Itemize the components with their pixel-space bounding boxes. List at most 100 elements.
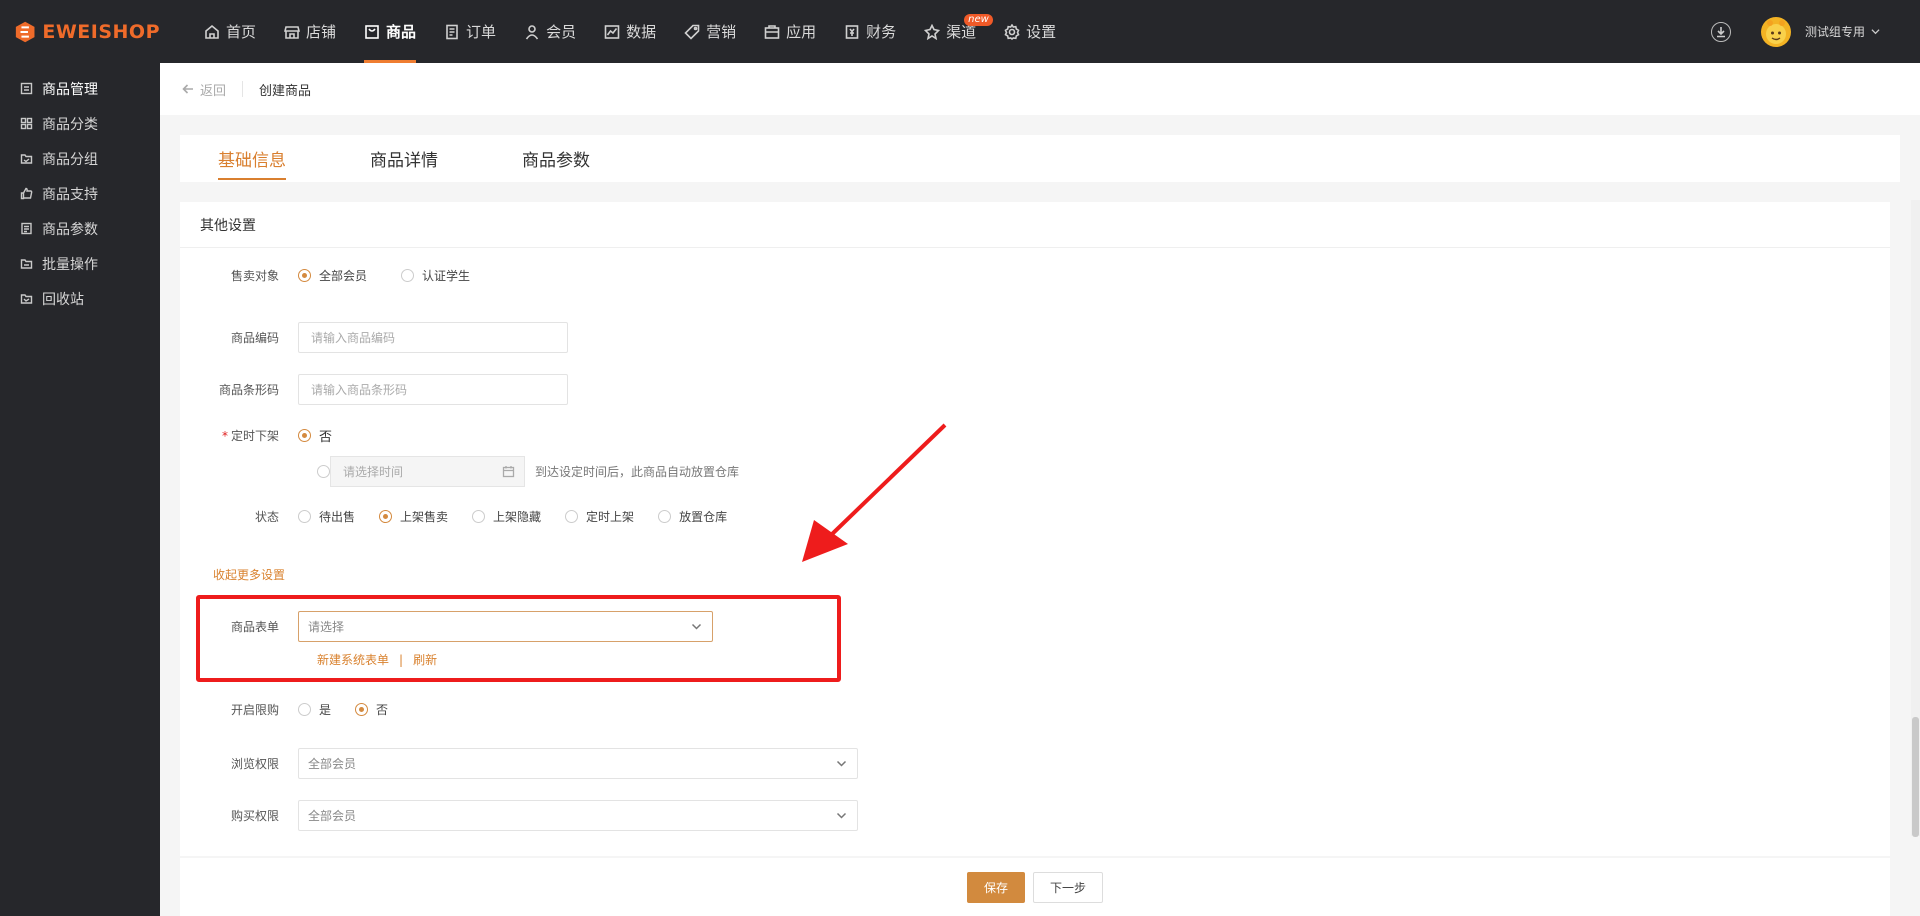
- nav-item-order[interactable]: 订单: [430, 0, 510, 63]
- scrollbar-thumb[interactable]: [1912, 717, 1919, 837]
- save-button[interactable]: 保存: [966, 871, 1025, 903]
- barcode-input[interactable]: [298, 374, 568, 405]
- nav-item-label: 营销: [706, 23, 737, 41]
- nav-item-label: 财务: [866, 23, 897, 41]
- buy-permission-select[interactable]: 全部会员: [298, 800, 858, 831]
- next-step-button[interactable]: 下一步: [1033, 871, 1104, 903]
- tab-goods-detail[interactable]: 商品详情: [370, 135, 438, 182]
- nav-item-channel[interactable]: 渠道 new: [910, 0, 993, 63]
- nav-item-apps[interactable]: 应用: [750, 0, 830, 63]
- params-icon: [21, 222, 32, 235]
- avatar[interactable]: [1760, 16, 1791, 47]
- goods-code-input[interactable]: [298, 322, 568, 353]
- sidebar-item-goods-manage[interactable]: 商品管理: [0, 71, 160, 106]
- radio-dot: [298, 269, 311, 282]
- sidebar-item-recycle[interactable]: 回收站: [0, 281, 160, 316]
- goods-form-select[interactable]: 请选择: [298, 611, 713, 642]
- tag-icon: [684, 24, 700, 40]
- radio-status-on-sale[interactable]: 上架售卖: [379, 508, 448, 525]
- radio-dot: [379, 510, 393, 523]
- tab-basic-info[interactable]: 基础信息: [218, 135, 286, 182]
- radio-all-members[interactable]: 全部会员: [298, 267, 367, 284]
- radio-label: 上架隐藏: [493, 510, 542, 524]
- store-icon: [284, 25, 301, 39]
- timed-off-row: * 定时下架 否: [180, 426, 332, 445]
- radio-dot: [298, 429, 311, 442]
- sidebar-item-label: 回收站: [42, 291, 84, 308]
- sidebar-item-batch[interactable]: 批量操作: [0, 246, 160, 281]
- field-label: 浏览权限: [230, 757, 279, 771]
- browse-row: 浏览权限 全部会员: [180, 748, 858, 779]
- collapse-row: 收起更多设置: [213, 566, 285, 583]
- radio-limit-yes[interactable]: 是: [298, 701, 331, 718]
- sidebar-item-category[interactable]: 商品分类: [0, 106, 160, 141]
- nav-item-settings[interactable]: 设置: [990, 0, 1070, 63]
- radio-dot: [472, 510, 486, 523]
- radio-label: 否: [376, 703, 389, 717]
- nav-item-finance[interactable]: 财务: [830, 0, 910, 63]
- batch-folder-icon: [20, 259, 33, 269]
- radio-label: 上架售卖: [400, 510, 449, 524]
- nav-item-marketing[interactable]: 营销: [670, 0, 750, 63]
- field-label: 售卖对象: [230, 269, 279, 283]
- select-value: 全部会员: [308, 757, 357, 771]
- nav-item-goods[interactable]: 商品: [350, 0, 430, 63]
- nav-item-member[interactable]: 会员: [510, 0, 590, 63]
- timed-off-hint: 到达设定时间后，此商品自动放置仓库: [535, 465, 740, 479]
- sidebar-item-label: 商品管理: [42, 81, 98, 98]
- new-system-form-link[interactable]: 新建系统表单: [317, 651, 389, 668]
- sale-target-row: 售卖对象 全部会员 认证学生: [180, 267, 470, 284]
- sidebar-item-group[interactable]: 商品分组: [0, 141, 160, 176]
- sidebar-item-params[interactable]: 商品参数: [0, 211, 160, 246]
- chevron-down-icon: [836, 760, 847, 767]
- section-title: 其他设置: [180, 202, 1890, 248]
- radio-status-hidden[interactable]: 上架隐藏: [472, 508, 541, 525]
- status-radios: 待出售 上架售卖 上架隐藏 定时上架 放置仓库: [298, 508, 727, 525]
- nav-item-label: 会员: [546, 23, 577, 41]
- sidebar-item-support[interactable]: 商品支持: [0, 176, 160, 211]
- radio-label: 否: [319, 430, 333, 445]
- category-icon: [20, 117, 33, 130]
- folder-icon: [20, 154, 33, 164]
- radio-student[interactable]: 认证学生: [401, 267, 470, 284]
- radio-timed-off-no[interactable]: 否: [298, 426, 332, 445]
- chevron-down-icon: [1871, 29, 1880, 35]
- tab-goods-params[interactable]: 商品参数: [522, 135, 590, 182]
- nav-item-home[interactable]: 首页: [190, 0, 270, 63]
- radio-label: 定时上架: [586, 510, 635, 524]
- required-mark: *: [221, 429, 228, 443]
- sidebar-item-label: 商品参数: [42, 221, 98, 238]
- calendar-icon: [502, 466, 515, 478]
- gear-icon: [1004, 23, 1020, 40]
- radio-timed-off-yes[interactable]: [317, 465, 330, 478]
- user-name: 测试组专用: [1804, 25, 1865, 39]
- user-menu[interactable]: 测试组专用: [1805, 23, 1880, 40]
- nav-item-label: 数据: [626, 23, 657, 41]
- download-arrow-icon: [1716, 26, 1725, 37]
- download-icon[interactable]: [1710, 21, 1731, 42]
- nav-item-label: 商品: [386, 23, 417, 41]
- back-button[interactable]: 返回: [182, 81, 244, 99]
- refresh-link[interactable]: 刷新: [413, 651, 437, 668]
- nav-item-store[interactable]: 店铺: [270, 0, 350, 63]
- radio-label: 全部会员: [319, 269, 368, 283]
- limit-row: 开启限购 是 否: [180, 701, 388, 718]
- recycle-icon: [20, 294, 33, 304]
- browse-permission-select[interactable]: 全部会员: [298, 748, 858, 779]
- select-placeholder: 请选择: [308, 620, 345, 634]
- chevron-down-icon: [836, 812, 847, 819]
- app-icon: [764, 24, 780, 39]
- goods-form-links: 新建系统表单 | 刷新: [317, 651, 437, 668]
- thumb-up-icon: [20, 187, 33, 200]
- radio-status-warehouse[interactable]: 放置仓库: [658, 508, 727, 525]
- radio-status-scheduled[interactable]: 定时上架: [565, 508, 634, 525]
- brand-logo[interactable]: EWEISHOP: [0, 0, 160, 63]
- chevron-down-icon: [691, 623, 702, 630]
- collapse-settings-link[interactable]: 收起更多设置: [213, 566, 285, 583]
- date-picker[interactable]: 请选择时间: [330, 456, 525, 487]
- top-right-area: 测试组专用: [1710, 0, 1880, 63]
- nav-item-data[interactable]: 数据: [590, 0, 670, 63]
- radio-status-pending[interactable]: 待出售: [298, 508, 355, 525]
- footer-actions: 保存 下一步: [180, 858, 1890, 916]
- radio-limit-no[interactable]: 否: [355, 701, 388, 718]
